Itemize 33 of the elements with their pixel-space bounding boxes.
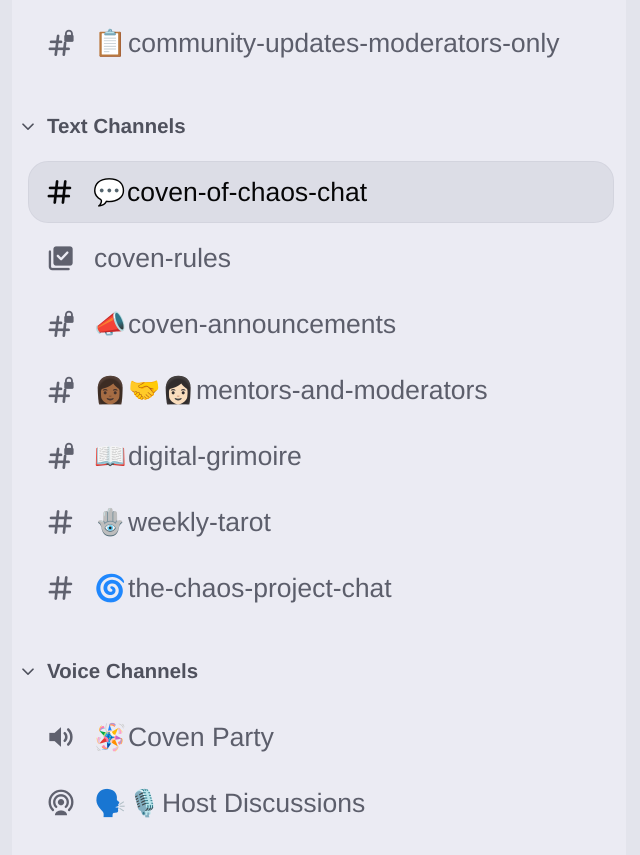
- hash-lock-icon: [47, 29, 75, 57]
- emoji-icon: 🌀: [94, 575, 126, 601]
- channel-item[interactable]: 🪬weekly-tarot: [43, 491, 280, 553]
- channel-item[interactable]: 🌀the-chaos-project-chat: [43, 557, 401, 619]
- emoji-icon: 👩🏾: [94, 377, 126, 403]
- emoji-icon: 🗣: [94, 790, 126, 816]
- hash-lock-icon: [47, 442, 75, 470]
- emoji-icon: 📖: [94, 443, 126, 469]
- hash-icon: [47, 574, 75, 602]
- emoji-icon: 💬: [93, 179, 125, 205]
- hash-icon: [47, 508, 75, 536]
- channel-item[interactable]: 📖digital-grimoire: [43, 425, 311, 487]
- category-header[interactable]: Voice Channels: [22, 652, 198, 692]
- emoji-icon: 🪬: [94, 509, 126, 535]
- channel-item[interactable]: 🗣🎙Host Discussions: [43, 772, 374, 834]
- emoji-icon: 📋: [94, 30, 126, 56]
- emoji-icon: 👩🏻: [162, 377, 194, 403]
- emoji-icon: 🪅: [94, 724, 126, 750]
- checked-box-icon: [47, 244, 75, 272]
- channel-item[interactable]: 🪅Coven Party: [43, 706, 283, 768]
- category-header[interactable]: Text Channels: [22, 107, 186, 147]
- emoji-icon: 🤝: [128, 377, 160, 403]
- channel-item[interactable]: coven-rules: [43, 227, 240, 289]
- broadcast-person-icon: [47, 789, 75, 817]
- channel-item[interactable]: 📋community-updates-moderators-only: [43, 12, 569, 74]
- hash-lock-icon: [47, 376, 75, 404]
- emoji-icon: 🎙: [128, 790, 160, 816]
- hash-lock-icon: [47, 310, 75, 338]
- channel-item[interactable]: 💬coven-of-chaos-chat: [28, 161, 614, 223]
- emoji-icon: 📣: [94, 311, 126, 337]
- hash-icon: [46, 178, 74, 206]
- channel-item[interactable]: 👩🏾🤝👩🏻mentors-and-moderators: [43, 359, 497, 421]
- channel-item[interactable]: 📣coven-announcements: [43, 293, 406, 355]
